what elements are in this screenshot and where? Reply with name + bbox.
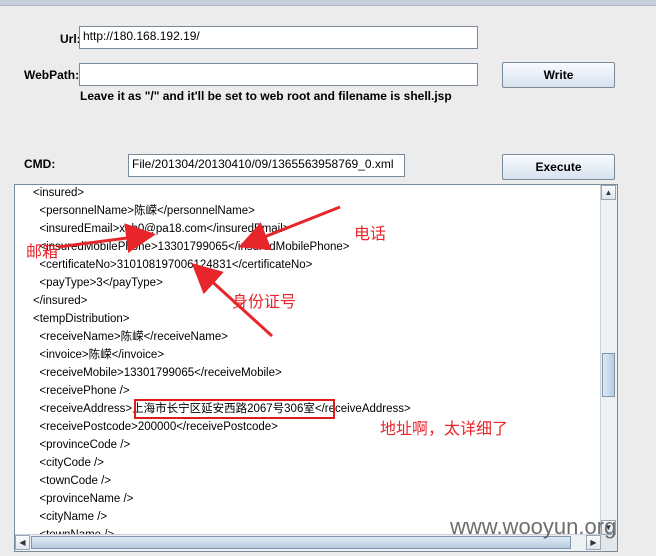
email-annotation: 邮箱	[26, 244, 59, 261]
phone-arrow	[238, 205, 341, 251]
phone-annotation: 电话	[354, 226, 387, 243]
address-annotation: 地址啊，太详细了	[380, 421, 509, 438]
watermark: www.wooyun.org	[450, 514, 617, 539]
email-arrow	[57, 223, 156, 253]
annotation-arrows	[57, 205, 341, 338]
id-number-annotation: 身份证号	[232, 294, 297, 311]
